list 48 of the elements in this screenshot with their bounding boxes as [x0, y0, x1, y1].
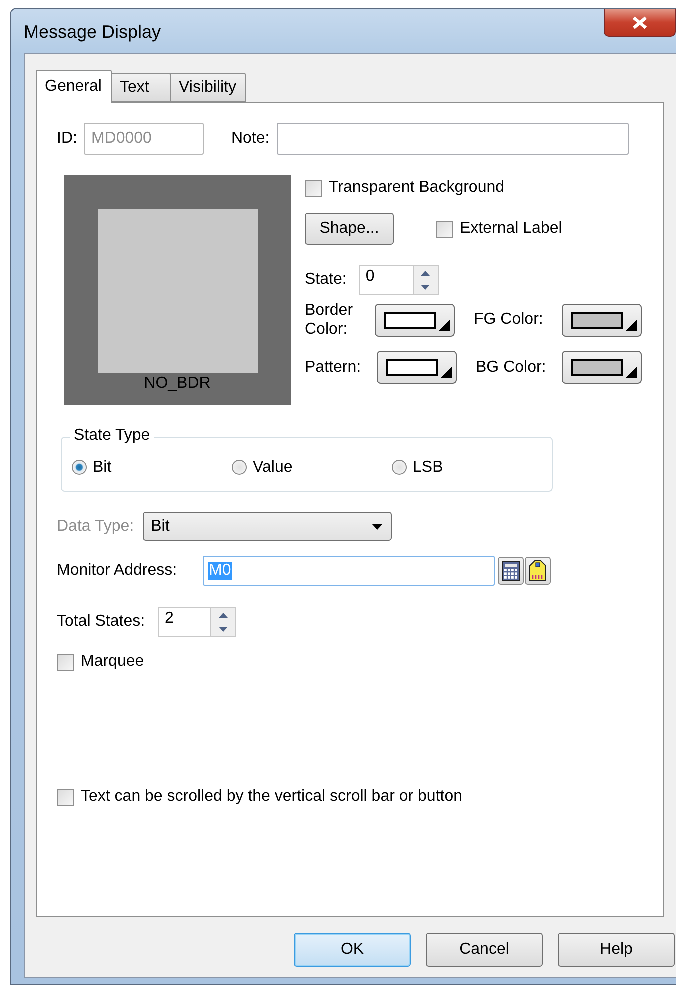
marquee-checkbox[interactable]: Marquee [57, 653, 144, 671]
state-spinner[interactable]: 0 [358, 265, 439, 295]
dropdown-arrow-icon [441, 367, 452, 378]
radio-button[interactable] [392, 460, 407, 475]
radio-label: LSB [413, 458, 444, 476]
color-picker[interactable] [562, 304, 642, 336]
close-icon [631, 16, 649, 30]
tag-button[interactable] [525, 557, 551, 585]
calculator-button[interactable] [498, 557, 524, 585]
color-picker[interactable] [375, 304, 455, 336]
border-color-label: Border Color: [305, 301, 354, 339]
group-title: State Type [70, 427, 154, 445]
radio-label: Bit [93, 458, 112, 476]
tag-icon [529, 560, 547, 582]
state-label: State: [305, 271, 347, 289]
close-button[interactable] [604, 9, 676, 37]
tab[interactable]: Visibility [170, 73, 246, 102]
shape-button[interactable]: Shape... [305, 213, 394, 245]
monitor-address-label: Monitor Address: [57, 562, 178, 580]
external-label-checkbox[interactable]: External Label [436, 220, 562, 238]
radio-button[interactable] [72, 460, 87, 475]
radio-label: Value [253, 458, 293, 476]
note-field[interactable] [276, 123, 629, 155]
tab[interactable]: Text [111, 73, 171, 102]
note-label: Note: [231, 130, 270, 148]
bg-color-label: BG Color: [476, 358, 548, 376]
scroll-text-checkbox[interactable]: Text can be scrolled by the vertical scroll bar or button [57, 788, 463, 806]
dialog-button[interactable]: OK [294, 933, 411, 967]
window-title: Message Display [24, 22, 162, 42]
fg-color-label: FG Color: [474, 311, 544, 329]
calculator-icon [502, 561, 520, 581]
dropdown-arrow-icon [372, 524, 384, 530]
dropdown-arrow-icon [626, 367, 637, 378]
radio-button[interactable] [232, 460, 247, 475]
tab[interactable]: General [36, 70, 112, 103]
preview-caption: NO_BDR [144, 375, 211, 393]
color-picker[interactable] [562, 351, 642, 384]
transparent-background-checkbox[interactable]: Transparent Background [305, 179, 505, 197]
total-states-spinner[interactable]: 2 [158, 607, 236, 637]
dropdown-arrow-icon [439, 320, 450, 330]
pattern-label: Pattern: [305, 358, 362, 376]
total-states-label: Total States: [57, 613, 146, 631]
dialog-button[interactable]: Help [558, 933, 675, 967]
id-label: ID: [57, 130, 78, 148]
data-type-label: Data Type: [57, 518, 134, 536]
color-picker[interactable] [377, 351, 457, 384]
dropdown-arrow-icon [626, 320, 637, 330]
dialog-button[interactable]: Cancel [426, 933, 543, 967]
